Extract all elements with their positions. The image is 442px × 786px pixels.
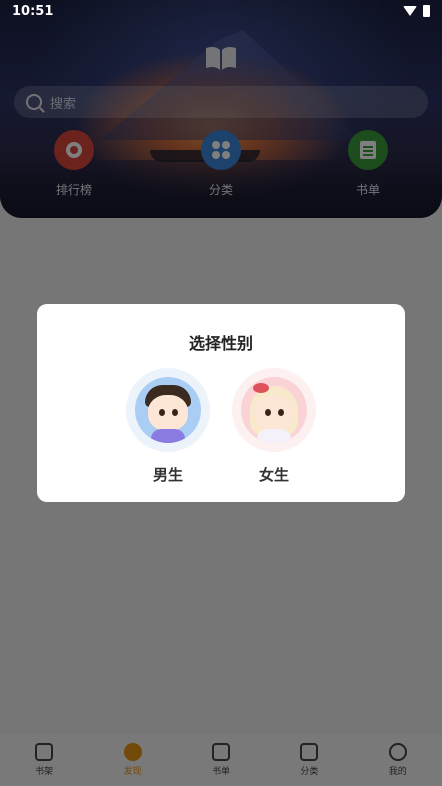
girl-avatar-icon <box>241 377 307 443</box>
battery-icon <box>423 5 430 17</box>
dialog-title: 选择性别 <box>188 334 253 353</box>
wifi-icon <box>403 6 417 16</box>
boy-avatar-icon <box>135 377 201 443</box>
status-bar: 10:51 <box>0 0 442 22</box>
male-option[interactable]: 男生 <box>123 368 213 485</box>
gender-select-dialog: 选择性别 男生 女生 <box>37 304 405 502</box>
male-label: 男生 <box>152 466 183 484</box>
female-label: 女生 <box>258 466 289 484</box>
status-time: 10:51 <box>12 3 54 19</box>
female-option[interactable]: 女生 <box>229 368 319 485</box>
status-icons <box>403 5 430 17</box>
avatar-ring <box>232 368 316 452</box>
avatar-ring <box>126 368 210 452</box>
